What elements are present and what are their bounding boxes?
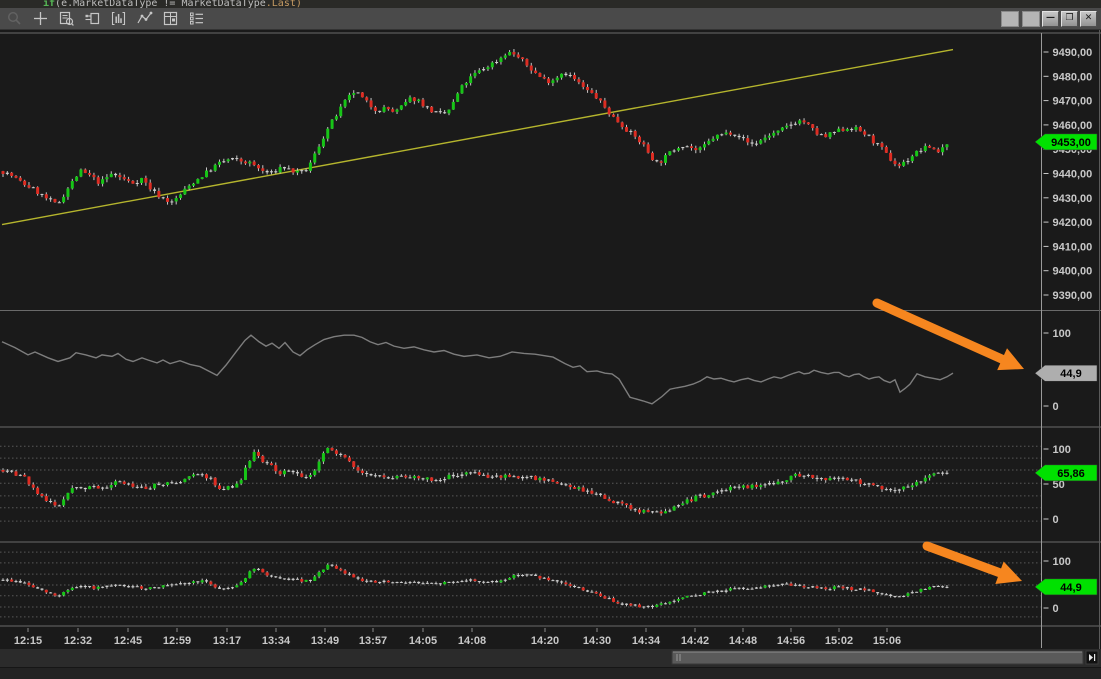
svg-text:9440,00: 9440,00 [1053, 169, 1093, 181]
svg-text:12:45: 12:45 [114, 635, 142, 647]
chart-toolbar: — ❐ ✕ [0, 8, 1101, 30]
window-bottom-edge [0, 667, 1101, 679]
restore-button[interactable]: ❐ [1061, 10, 1078, 27]
horizontal-scrollbar[interactable] [0, 649, 1101, 667]
minimize-button[interactable]: — [1042, 10, 1059, 27]
svg-text:100: 100 [1053, 444, 1071, 456]
code-line: if(e.MarketDataType != MarketDataType.La… [43, 0, 1101, 8]
svg-text:12:59: 12:59 [163, 635, 191, 647]
svg-text:9470,00: 9470,00 [1053, 96, 1093, 108]
chart-properties-icon[interactable] [162, 10, 179, 27]
panel-button-2[interactable] [1022, 10, 1040, 27]
svg-text:13:17: 13:17 [213, 635, 241, 647]
svg-text:9460,00: 9460,00 [1053, 120, 1093, 132]
crosshair-icon[interactable] [32, 10, 49, 27]
code-body: (e.MarketDataType != MarketDataType [55, 0, 266, 8]
svg-text:65,86: 65,86 [1057, 468, 1085, 480]
svg-text:9490,00: 9490,00 [1053, 47, 1093, 59]
svg-text:0: 0 [1053, 603, 1059, 615]
svg-text:44,9: 44,9 [1060, 582, 1081, 594]
svg-text:44,9: 44,9 [1060, 368, 1081, 380]
chart-panels-background [0, 30, 1101, 667]
data-series-icon[interactable] [188, 10, 205, 27]
svg-text:14:05: 14:05 [409, 635, 437, 647]
svg-text:14:08: 14:08 [458, 635, 486, 647]
code-tail: .Last) [265, 0, 302, 8]
svg-text:12:32: 12:32 [64, 635, 92, 647]
bar-type-icon[interactable] [110, 10, 127, 27]
order-entry-icon[interactable] [84, 10, 101, 27]
svg-text:15:02: 15:02 [825, 635, 853, 647]
zoom-icon[interactable] [6, 10, 23, 27]
svg-text:9410,00: 9410,00 [1053, 241, 1093, 253]
svg-text:100: 100 [1053, 328, 1071, 340]
svg-text:9400,00: 9400,00 [1053, 266, 1093, 278]
trading-chart-window: { "window": { "code_line": {"keyword": "… [0, 0, 1101, 679]
svg-text:100: 100 [1053, 556, 1071, 568]
close-button[interactable]: ✕ [1080, 10, 1097, 27]
svg-text:9420,00: 9420,00 [1053, 217, 1093, 229]
svg-text:15:06: 15:06 [873, 635, 901, 647]
svg-text:14:34: 14:34 [632, 635, 661, 647]
svg-text:9390,00: 9390,00 [1053, 290, 1093, 302]
indicators-icon[interactable] [136, 10, 153, 27]
svg-text:9480,00: 9480,00 [1053, 71, 1093, 83]
chart-trader-icon[interactable] [58, 10, 75, 27]
svg-text:0: 0 [1053, 401, 1059, 413]
svg-text:14:42: 14:42 [681, 635, 709, 647]
svg-text:13:49: 13:49 [311, 635, 339, 647]
svg-text:9453,00: 9453,00 [1051, 137, 1091, 149]
panel-button-1[interactable] [1001, 10, 1019, 27]
svg-text:14:48: 14:48 [729, 635, 757, 647]
svg-text:14:56: 14:56 [777, 635, 805, 647]
svg-text:9430,00: 9430,00 [1053, 193, 1093, 205]
svg-text:14:20: 14:20 [531, 635, 559, 647]
code-editor-strip: if(e.MarketDataType != MarketDataType.La… [0, 0, 1101, 8]
chart-area[interactable]: 9490,009480,009470,009460,009450,009440,… [0, 30, 1101, 667]
code-keyword: if [43, 0, 56, 8]
svg-text:0: 0 [1053, 514, 1059, 526]
svg-text:14:30: 14:30 [583, 635, 611, 647]
window-controls: — ❐ ✕ [998, 10, 1097, 27]
scrollbar-thumb[interactable] [671, 650, 1084, 665]
svg-text:12:15: 12:15 [14, 635, 42, 647]
svg-text:13:57: 13:57 [359, 635, 387, 647]
svg-text:13:34: 13:34 [262, 635, 291, 647]
